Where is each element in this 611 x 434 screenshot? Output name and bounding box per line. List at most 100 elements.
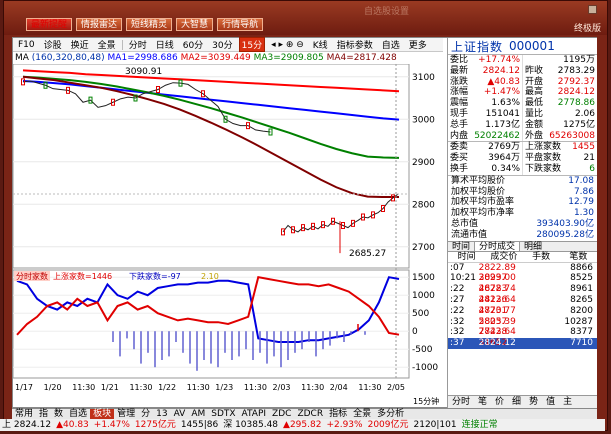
quote-value: 2.06 xyxy=(574,108,595,119)
bottom-tab[interactable]: 常用 xyxy=(12,409,36,419)
quote-cell: 涨跌 ▲40.83 xyxy=(448,76,523,88)
bottom-tab[interactable]: SDTX xyxy=(208,409,238,419)
quote-cell: 平盘家数 21 xyxy=(523,153,597,164)
diagnose-button[interactable]: 诊股 xyxy=(41,37,65,52)
main-workspace: F10 诊股 换近 全景 分时 日线 60分 30分 15分 ◂ ▸ ⊕ ⊖ K… xyxy=(12,37,597,408)
col-lots: 手数 xyxy=(532,251,551,262)
more-button[interactable]: 更多 xyxy=(406,37,430,52)
panel-tab[interactable]: 分时 xyxy=(452,396,470,408)
trade-price: 2824.12 51041 xyxy=(478,338,516,359)
bottom-tab[interactable]: 板块 xyxy=(90,409,115,419)
trade-table: :07 2822.89 30997 8866 10:21 2823.00 46783 85… xyxy=(448,262,597,359)
quote-value: ▲40.83 xyxy=(487,76,520,87)
panorama-button[interactable]: 全景 xyxy=(95,37,119,52)
time-tick-label: 11:30 xyxy=(187,383,210,392)
bottom-tab[interactable]: 管理 xyxy=(114,409,138,419)
quote-row: 最新 2824.12 昨收 2783.29 xyxy=(448,65,597,77)
trade-price: 2823.64 31652 xyxy=(478,327,516,349)
tab-intraday-trades[interactable]: 分时成交 xyxy=(474,241,521,252)
window-control-icon[interactable] xyxy=(588,5,597,14)
panel-tab[interactable]: 主 xyxy=(563,396,572,408)
panel-tab[interactable]: 势 xyxy=(529,396,538,408)
ma2-label: MA2=3039.449 xyxy=(180,53,251,63)
panel-tab[interactable]: 价 xyxy=(495,396,504,408)
f10-button[interactable]: F10 xyxy=(15,39,38,51)
trade-count: 8377 xyxy=(570,327,593,338)
price-tick-label: 2700 xyxy=(412,243,435,253)
average-value: 393403.90亿 xyxy=(536,218,594,229)
quote-row: 委买 3964万 平盘家数 21 xyxy=(448,153,597,164)
ma3-label: MA3=2909.805 xyxy=(253,53,324,63)
panel-tab[interactable]: 值 xyxy=(546,396,555,408)
top-faint-label[interactable]: 自选股设置 xyxy=(364,4,409,17)
intel-radar-button[interactable]: 情报雷达 xyxy=(76,18,123,31)
bottom-tab[interactable]: AM xyxy=(188,409,208,419)
bottom-tab[interactable]: ZDCR xyxy=(294,409,326,419)
quote-value: 52022462 xyxy=(474,130,520,141)
quote-row: 换手 0.34% 下跌家数 6 xyxy=(448,163,597,175)
bottom-tab[interactable]: 自选 xyxy=(66,409,90,419)
quote-value: 3964万 xyxy=(488,153,520,164)
60min-button[interactable]: 60分 xyxy=(180,37,206,52)
time-tick-label: 11:30 xyxy=(72,383,95,392)
quote-value: 2769万 xyxy=(488,142,520,153)
bottom-tab[interactable]: 全景 xyxy=(350,409,374,419)
bottom-tab[interactable]: 指标 xyxy=(326,409,350,419)
15min-button[interactable]: 15分 xyxy=(238,37,266,52)
indicator-params-button[interactable]: 指标参数 xyxy=(334,37,376,52)
tab-time[interactable]: 时间 xyxy=(448,242,474,252)
time-tick-label: 1/23 xyxy=(215,383,233,392)
average-row: 加权平均股价 7.86 xyxy=(448,187,597,198)
quote-value: 1.173亿 xyxy=(485,119,520,130)
quote-value: 1455 xyxy=(572,142,595,153)
30min-button[interactable]: 30分 xyxy=(209,37,235,52)
trade-price: 2823.00 46783 xyxy=(478,273,516,295)
ratio-label: 2.10 xyxy=(201,272,219,281)
tab-detail[interactable]: 明细 xyxy=(520,242,546,252)
time-tick-label: 1/17 xyxy=(15,383,33,392)
bottom-tab[interactable]: 多分析 xyxy=(374,409,407,419)
sz-pct: +2.93% xyxy=(326,420,363,430)
dzh-button[interactable]: 大智慧 xyxy=(176,18,214,31)
quote-value: 1195万 xyxy=(563,55,595,65)
bottom-tab[interactable]: 分 xyxy=(138,409,153,419)
quote-label: 内盘 xyxy=(450,130,469,141)
chart-canvas[interactable]: 3100 3000 2900 2800 2700 1500 1000 500 0 -500 -100… xyxy=(13,64,446,408)
average-row: 流通市值 280095.28亿 xyxy=(448,230,597,241)
watchlist-button[interactable]: 自选 xyxy=(379,37,403,52)
short-term-button[interactable]: 短线精灵 xyxy=(126,18,173,31)
bottom-tab[interactable]: ZDC xyxy=(269,409,294,419)
panel-tab[interactable]: 细 xyxy=(512,396,521,408)
market-nav-button[interactable]: 行情导航 xyxy=(217,18,264,31)
sub-tick-label: 1000 xyxy=(412,291,435,301)
col-count: 笔数 xyxy=(569,251,588,262)
sz-index-label: 深 10385.48 xyxy=(223,420,279,430)
daily-button[interactable]: 日线 xyxy=(153,37,177,52)
toolbar-divider xyxy=(121,39,123,50)
quote-value: 151041 xyxy=(485,108,520,119)
time-tail-label[interactable]: 15分钟 xyxy=(413,396,439,406)
bottom-tab[interactable]: ATAPI xyxy=(239,409,270,419)
average-value: 17.08 xyxy=(568,175,594,186)
quote-averages: 算术平均股价 17.08 加权平均股价 7.86 加权平均市盈率 12.79 加权平均市净率… xyxy=(448,174,597,241)
quote-row: 委卖 2769万 上涨家数 1455 xyxy=(448,142,597,154)
trade-price: 2822.89 30997 xyxy=(478,262,516,284)
bottom-tab[interactable]: AV xyxy=(171,409,189,419)
status-ticker: 上 2824.12 ▲40.83 +1.47% 1275亿元 1455|86 深… xyxy=(0,419,605,431)
latest-alert-button[interactable]: 最新提醒 xyxy=(26,18,73,31)
quote-cell: 总手 1.173亿 xyxy=(448,119,523,131)
trade-price: 2823.77 58057 xyxy=(478,305,516,327)
panel-tab[interactable]: 笔 xyxy=(478,396,487,408)
kline-button[interactable]: K线 xyxy=(310,37,331,52)
bottom-tab[interactable]: 数 xyxy=(51,409,66,419)
switch-button[interactable]: 换近 xyxy=(68,37,92,52)
trade-tabs: 时间 分时成交 明细 xyxy=(448,240,597,252)
bottom-tab[interactable]: 指 xyxy=(36,409,51,419)
bottom-tab[interactable]: 13 xyxy=(153,409,170,419)
quote-value: 1.63% xyxy=(491,98,520,109)
quote-cell: 下跌家数 6 xyxy=(523,164,597,175)
edition-tag: 终极版 xyxy=(573,24,601,34)
nav-arrows-icon[interactable]: ◂ ▸ ⊕ ⊖ xyxy=(268,39,307,51)
intraday-button[interactable]: 分时 xyxy=(126,37,150,52)
quote-cell: 涨幅 +1.47% xyxy=(448,87,523,99)
